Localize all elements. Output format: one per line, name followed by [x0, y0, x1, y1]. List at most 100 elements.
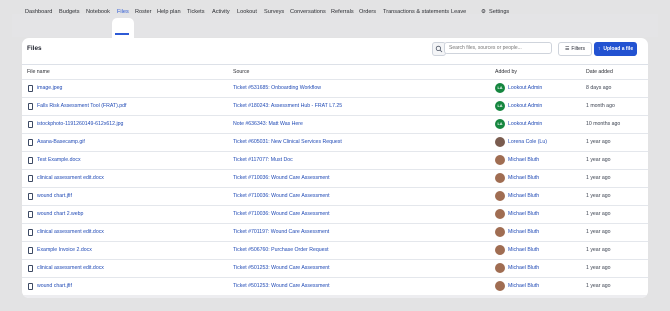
file-icon [28, 193, 33, 200]
header-divider [22, 64, 648, 65]
date-added: 1 year ago [586, 265, 611, 271]
file-icon [28, 103, 33, 110]
avatar: LA [495, 101, 505, 111]
upload-file-button[interactable]: ↑ Upload a file [594, 42, 637, 56]
date-added: 1 year ago [586, 157, 611, 163]
page-title: Files [27, 45, 42, 52]
avatar-initials: LA [497, 86, 503, 90]
nav-item-referrals[interactable]: Referrals [331, 9, 354, 15]
source-link[interactable]: Ticket #531685: Onboarding Workflow [233, 85, 321, 91]
source-link[interactable]: Ticket #180243: Assessment Hub - FRAT L7… [233, 103, 342, 109]
nav-item-conversations[interactable]: Conversations [290, 9, 326, 15]
nav-item-tickets[interactable]: Tickets [187, 9, 205, 15]
added-by-link[interactable]: Michael Bluth [508, 283, 539, 289]
avatar: LA [495, 83, 505, 93]
source-link[interactable]: Ticket #501253: Wound Care Assessment [233, 265, 330, 271]
file-name-link[interactable]: clinical assessment edit.docx [37, 175, 104, 181]
table-row[interactable]: istockphoto-1191260149-612x612.jpg Note #… [22, 115, 648, 134]
nav-item-files[interactable]: Files [117, 9, 129, 15]
nav-item-help-plan[interactable]: Help plan [157, 9, 181, 15]
date-added: 1 year ago [586, 211, 611, 217]
table-row[interactable]: clinical assessment edit.docx Ticket #701… [22, 223, 648, 242]
file-name-link[interactable]: wound chart.jfif [37, 193, 72, 199]
source-link[interactable]: Ticket #710036: Wound Care Assessment [233, 211, 330, 217]
source-link[interactable]: Ticket #605031: New Clinical Services Re… [233, 139, 342, 145]
file-icon [28, 157, 33, 164]
nav-item-roster[interactable]: Roster [135, 9, 151, 15]
file-name-link[interactable]: wound chart.jfif [37, 283, 72, 289]
file-name-link[interactable]: clinical assessment edit.docx [37, 229, 104, 235]
added-by-link[interactable]: Michael Bluth [508, 157, 539, 163]
date-added: 1 year ago [586, 247, 611, 253]
avatar [495, 245, 505, 255]
upload-icon: ↑ [597, 46, 601, 52]
table-row[interactable]: clinical assessment edit.docx Ticket #501… [22, 259, 648, 278]
file-name-link[interactable]: Example Invoice 2.docx [37, 247, 92, 253]
table-row[interactable]: wound chart.jfif Ticket #710036: Wound Ca… [22, 187, 648, 206]
added-by-link[interactable]: Michael Bluth [508, 247, 539, 253]
date-added: 10 months ago [586, 121, 621, 127]
table-row[interactable]: wound chart.jfif Ticket #501253: Wound Ca… [22, 277, 648, 296]
added-by-link[interactable]: Michael Bluth [508, 265, 539, 271]
table-row[interactable]: image.jpeg Ticket #531685: Onboarding Wor… [22, 79, 648, 98]
filters-button[interactable]: ☰ Filters [558, 42, 592, 56]
avatar [495, 155, 505, 165]
date-added: 1 month ago [586, 103, 615, 109]
source-link[interactable]: Ticket #506760: Purchase Order Request [233, 247, 329, 253]
avatar [495, 173, 505, 183]
added-by-link[interactable]: Lookout Admin [508, 85, 542, 91]
nav-label: Settings [489, 9, 510, 15]
table-header: File name Source Added by Date added [22, 67, 648, 77]
avatar [495, 263, 505, 273]
table-row[interactable]: Test Example.docx Ticket #117077: Must Do… [22, 151, 648, 170]
file-name-link[interactable]: Test Example.docx [37, 157, 81, 163]
file-name-link[interactable]: Asana-Basecamp.gif [37, 139, 85, 145]
source-link[interactable]: Ticket #117077: Must Doc [233, 157, 293, 163]
nav-item-budgets[interactable]: Budgets [59, 9, 80, 15]
added-by-link[interactable]: Michael Bluth [508, 175, 539, 181]
file-name-link[interactable]: image.jpeg [37, 85, 62, 91]
file-icon [28, 283, 33, 290]
avatar [495, 227, 505, 237]
avatar-initials: LA [497, 122, 503, 126]
date-added: 1 year ago [586, 229, 611, 235]
file-name-link[interactable]: clinical assessment edit.docx [37, 265, 104, 271]
nav-item-notebook[interactable]: Notebook [86, 9, 110, 15]
source-link[interactable]: Ticket #701197: Wound Care Assessment [233, 229, 329, 235]
added-by-link[interactable]: Michael Bluth [508, 211, 539, 217]
column-date-added: Date added [586, 69, 613, 75]
avatar [495, 209, 505, 219]
source-link[interactable]: Ticket #710036: Wound Care Assessment [233, 175, 330, 181]
source-link[interactable]: Note #636343: Matt Was Here [233, 121, 303, 127]
nav-item-orders[interactable]: Orders [359, 9, 376, 15]
file-name-link[interactable]: Falls Risk Assessment Tool (FRAT).pdf [37, 103, 126, 109]
added-by-link[interactable]: Michael Bluth [508, 229, 539, 235]
file-name-link[interactable]: istockphoto-1191260149-612x612.jpg [37, 121, 123, 127]
nav-item-dashboard[interactable]: Dashboard [25, 9, 52, 15]
source-link[interactable]: Ticket #710036: Wound Care Assessment [233, 193, 330, 199]
nav-item-surveys[interactable]: Surveys [264, 9, 284, 15]
added-by-link[interactable]: Lookout Admin [508, 121, 542, 127]
nav-item-activity[interactable]: Activity [212, 9, 230, 15]
nav-item-transactions-statements[interactable]: Transactions & statements [383, 9, 449, 15]
nav-item-settings[interactable]: ⚙ Settings [481, 9, 509, 15]
table-row[interactable]: Example Invoice 2.docx Ticket #506760: Pu… [22, 241, 648, 260]
avatar-initials: LA [497, 104, 503, 108]
date-added: 1 year ago [586, 193, 611, 199]
nav-item-leave[interactable]: Leave [451, 9, 466, 15]
horizontal-scrollbar[interactable] [22, 295, 648, 298]
filters-label: Filters [571, 46, 586, 52]
added-by-link[interactable]: Lookout Admin [508, 103, 542, 109]
table-row[interactable]: wound chart 2.webp Ticket #710036: Wound … [22, 205, 648, 224]
column-added-by: Added by [495, 69, 517, 75]
table-row[interactable]: Asana-Basecamp.gif Ticket #605031: New Cl… [22, 133, 648, 152]
column-source: Source [233, 69, 250, 75]
added-by-link[interactable]: Lorena Cole (Lu) [508, 139, 547, 145]
search-input[interactable] [444, 42, 552, 54]
file-name-link[interactable]: wound chart 2.webp [37, 211, 83, 217]
nav-item-lookout[interactable]: Lookout [237, 9, 257, 15]
table-row[interactable]: Falls Risk Assessment Tool (FRAT).pdf Tic… [22, 97, 648, 116]
added-by-link[interactable]: Michael Bluth [508, 193, 539, 199]
table-row[interactable]: clinical assessment edit.docx Ticket #710… [22, 169, 648, 188]
source-link[interactable]: Ticket #501253: Wound Care Assessment [233, 283, 330, 289]
